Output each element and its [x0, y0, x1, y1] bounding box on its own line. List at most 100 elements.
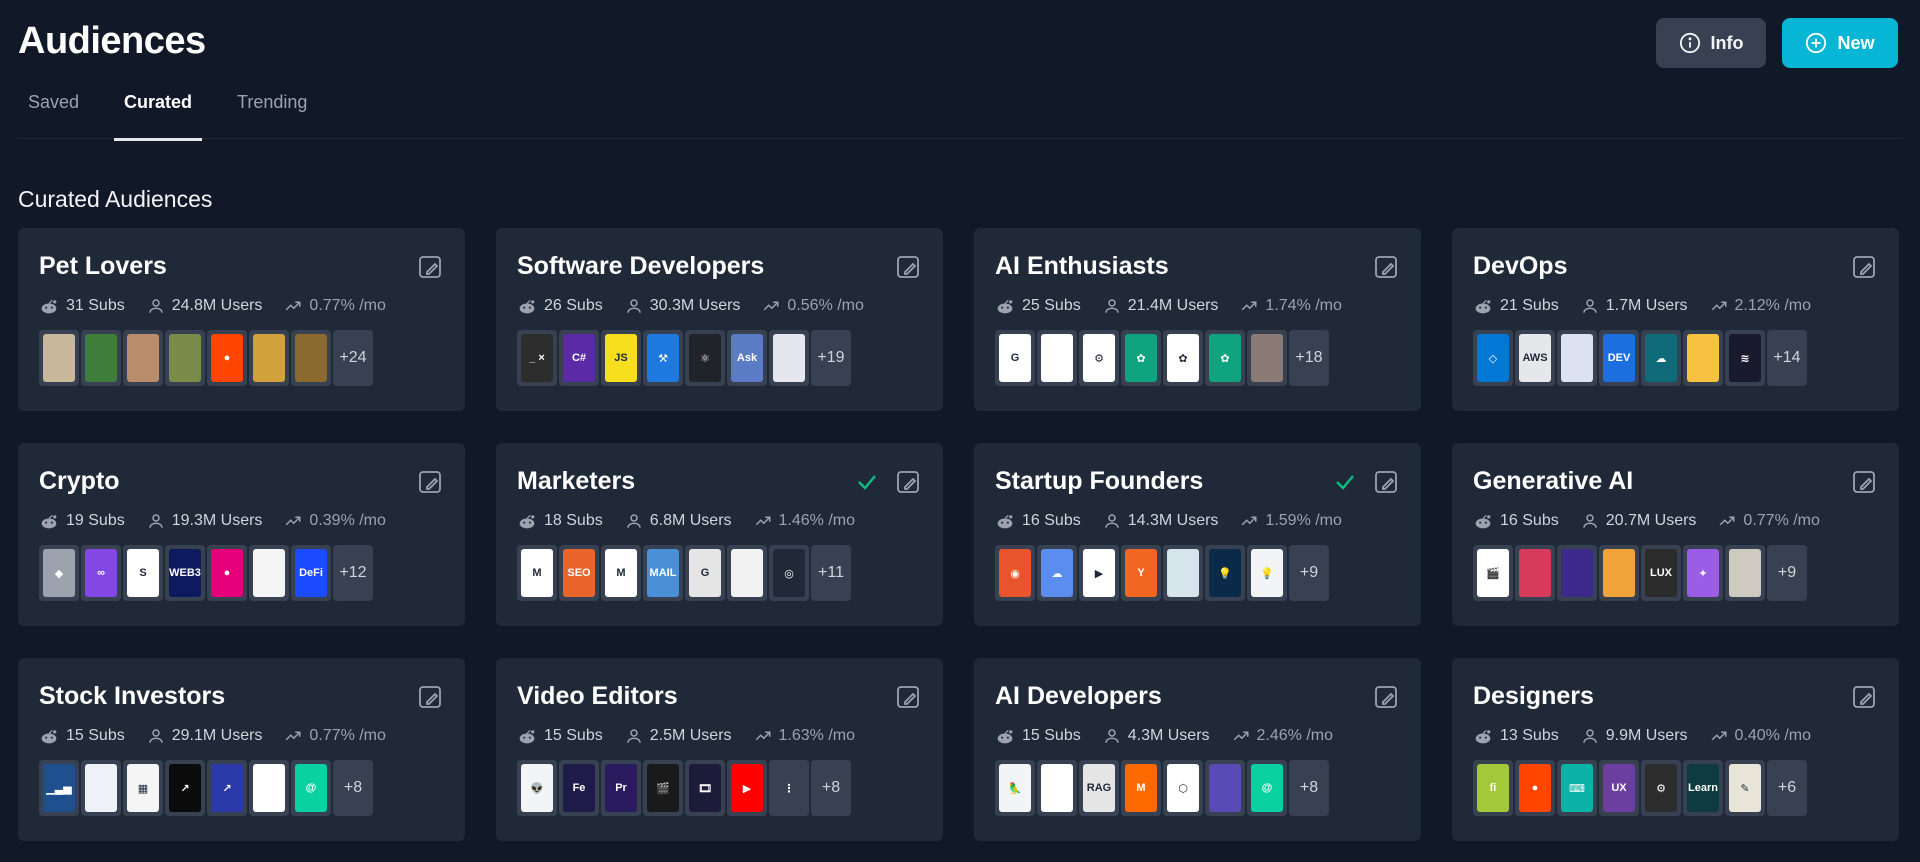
subreddit-avatar[interactable]: ◉ [995, 545, 1035, 601]
audience-card[interactable]: DevOps 21 Subs 1.7M Users 2.12% /mo ◇ AWS DEV ☁… [1452, 228, 1899, 411]
audience-card[interactable]: Pet Lovers 31 Subs 24.8M Users 0.77% /mo ● +2… [18, 228, 465, 411]
edit-icon[interactable] [417, 254, 443, 280]
subreddit-avatar[interactable] [1247, 330, 1287, 386]
subreddit-avatar[interactable]: M [601, 545, 641, 601]
more-subs-count[interactable]: +14 [1767, 330, 1807, 386]
more-subs-count[interactable]: +11 [811, 545, 851, 601]
subreddit-avatar[interactable]: AWS [1515, 330, 1555, 386]
edit-icon[interactable] [895, 684, 921, 710]
more-subs-count[interactable]: +12 [333, 545, 373, 601]
subreddit-avatar[interactable]: LUX [1641, 545, 1681, 601]
subreddit-avatar[interactable] [1683, 330, 1723, 386]
subreddit-avatar[interactable]: ◇ [1473, 330, 1513, 386]
subreddit-avatar[interactable]: ▁▃▅ [39, 760, 79, 816]
subreddit-avatar[interactable]: ⚛ [685, 330, 725, 386]
subreddit-avatar[interactable]: UX [1599, 760, 1639, 816]
subreddit-avatar[interactable] [1163, 545, 1203, 601]
subreddit-avatar[interactable]: G [685, 545, 725, 601]
subreddit-avatar[interactable]: DeFi [291, 545, 331, 601]
subreddit-avatar[interactable]: Fe [559, 760, 599, 816]
subreddit-avatar[interactable]: ⚙ [1641, 760, 1681, 816]
subreddit-avatar[interactable] [1205, 760, 1245, 816]
subreddit-avatar[interactable] [1037, 330, 1077, 386]
tab-trending[interactable]: Trending [237, 92, 307, 138]
edit-icon[interactable] [895, 254, 921, 280]
subreddit-avatar[interactable]: G [995, 330, 1035, 386]
subreddit-avatar[interactable]: ↗ [207, 760, 247, 816]
edit-icon[interactable] [417, 684, 443, 710]
subreddit-avatar[interactable]: 🎞 [685, 760, 725, 816]
subreddit-avatar[interactable]: ⬡ [1163, 760, 1203, 816]
subreddit-avatar[interactable]: ✎ [1725, 760, 1765, 816]
more-subs-count[interactable]: +6 [1767, 760, 1807, 816]
subreddit-avatar[interactable] [1515, 545, 1555, 601]
subreddit-avatar[interactable]: ✿ [1163, 330, 1203, 386]
audience-card[interactable]: Designers 13 Subs 9.9M Users 0.40% /mo fi ● ⌨ U… [1452, 658, 1899, 841]
subreddit-avatar[interactable]: ▶ [727, 760, 767, 816]
info-button[interactable]: Info [1656, 18, 1766, 68]
subreddit-avatar[interactable]: ⋮ [769, 760, 809, 816]
subreddit-avatar[interactable]: _ × [517, 330, 557, 386]
tab-curated[interactable]: Curated [114, 92, 203, 141]
edit-icon[interactable] [1373, 469, 1399, 495]
more-subs-count[interactable]: +19 [811, 330, 851, 386]
subreddit-avatar[interactable]: 👽 [517, 760, 557, 816]
subreddit-avatar[interactable] [1557, 545, 1597, 601]
subreddit-avatar[interactable]: ✿ [1121, 330, 1161, 386]
subreddit-avatar[interactable] [249, 760, 289, 816]
subreddit-avatar[interactable]: Learn [1683, 760, 1723, 816]
subreddit-avatar[interactable]: fi [1473, 760, 1513, 816]
subreddit-avatar[interactable]: RAG [1079, 760, 1119, 816]
more-subs-count[interactable]: +8 [1289, 760, 1329, 816]
subreddit-avatar[interactable]: ▦ [123, 760, 163, 816]
subreddit-avatar[interactable]: ⚙ [1079, 330, 1119, 386]
subreddit-avatar[interactable]: M [1121, 760, 1161, 816]
subreddit-avatar[interactable]: ⌨ [1557, 760, 1597, 816]
subreddit-avatar[interactable] [165, 330, 205, 386]
edit-icon[interactable] [1851, 684, 1877, 710]
more-subs-count[interactable]: +9 [1767, 545, 1807, 601]
subreddit-avatar[interactable]: ✦ [1683, 545, 1723, 601]
subreddit-avatar[interactable]: ◎ [769, 545, 809, 601]
tab-saved[interactable]: Saved [28, 92, 79, 138]
audience-card[interactable]: Crypto 19 Subs 19.3M Users 0.39% /mo ◆ ∞ S WEB3… [18, 443, 465, 626]
new-button[interactable]: New [1782, 18, 1898, 68]
subreddit-avatar[interactable]: 🦜 [995, 760, 1035, 816]
subreddit-avatar[interactable]: ≋ [1725, 330, 1765, 386]
subreddit-avatar[interactable] [769, 330, 809, 386]
edit-icon[interactable] [1373, 254, 1399, 280]
audience-card[interactable]: Marketers 18 Subs 6.8M Users 1.46% /mo M SEO M… [496, 443, 943, 626]
subreddit-avatar[interactable]: S [123, 545, 163, 601]
audience-card[interactable]: Video Editors 15 Subs 2.5M Users 1.63% /mo 👽… [496, 658, 943, 841]
subreddit-avatar[interactable]: 🎬 [1473, 545, 1513, 601]
subreddit-avatar[interactable]: JS [601, 330, 641, 386]
edit-icon[interactable] [1373, 684, 1399, 710]
subreddit-avatar[interactable]: ↗ [165, 760, 205, 816]
subreddit-avatar[interactable]: ● [207, 545, 247, 601]
audience-card[interactable]: AI Developers 15 Subs 4.3M Users 2.46% /mo 🦜… [974, 658, 1421, 841]
subreddit-avatar[interactable]: ● [207, 330, 247, 386]
subreddit-avatar[interactable] [1725, 545, 1765, 601]
edit-icon[interactable] [1851, 254, 1877, 280]
subreddit-avatar[interactable] [727, 545, 767, 601]
subreddit-avatar[interactable]: Pr [601, 760, 641, 816]
subreddit-avatar[interactable]: ▶ [1079, 545, 1119, 601]
subreddit-avatar[interactable]: @ [1247, 760, 1287, 816]
audience-card[interactable]: Stock Investors 15 Subs 29.1M Users 0.77% /… [18, 658, 465, 841]
subreddit-avatar[interactable] [291, 330, 331, 386]
subreddit-avatar[interactable] [249, 330, 289, 386]
subreddit-avatar[interactable]: C# [559, 330, 599, 386]
subreddit-avatar[interactable]: Ask [727, 330, 767, 386]
subreddit-avatar[interactable]: SEO [559, 545, 599, 601]
subreddit-avatar[interactable]: WEB3 [165, 545, 205, 601]
audience-card[interactable]: AI Enthusiasts 25 Subs 21.4M Users 1.74% /m… [974, 228, 1421, 411]
subreddit-avatar[interactable] [81, 760, 121, 816]
audience-card[interactable]: Startup Founders 16 Subs 14.3M Users 1.59% … [974, 443, 1421, 626]
subreddit-avatar[interactable]: 🎬 [643, 760, 683, 816]
more-subs-count[interactable]: +8 [333, 760, 373, 816]
audience-card[interactable]: Generative AI 16 Subs 20.7M Users 0.77% /mo… [1452, 443, 1899, 626]
subreddit-avatar[interactable]: M [517, 545, 557, 601]
subreddit-avatar[interactable]: ⚒ [643, 330, 683, 386]
subreddit-avatar[interactable] [39, 330, 79, 386]
subreddit-avatar[interactable]: Y [1121, 545, 1161, 601]
